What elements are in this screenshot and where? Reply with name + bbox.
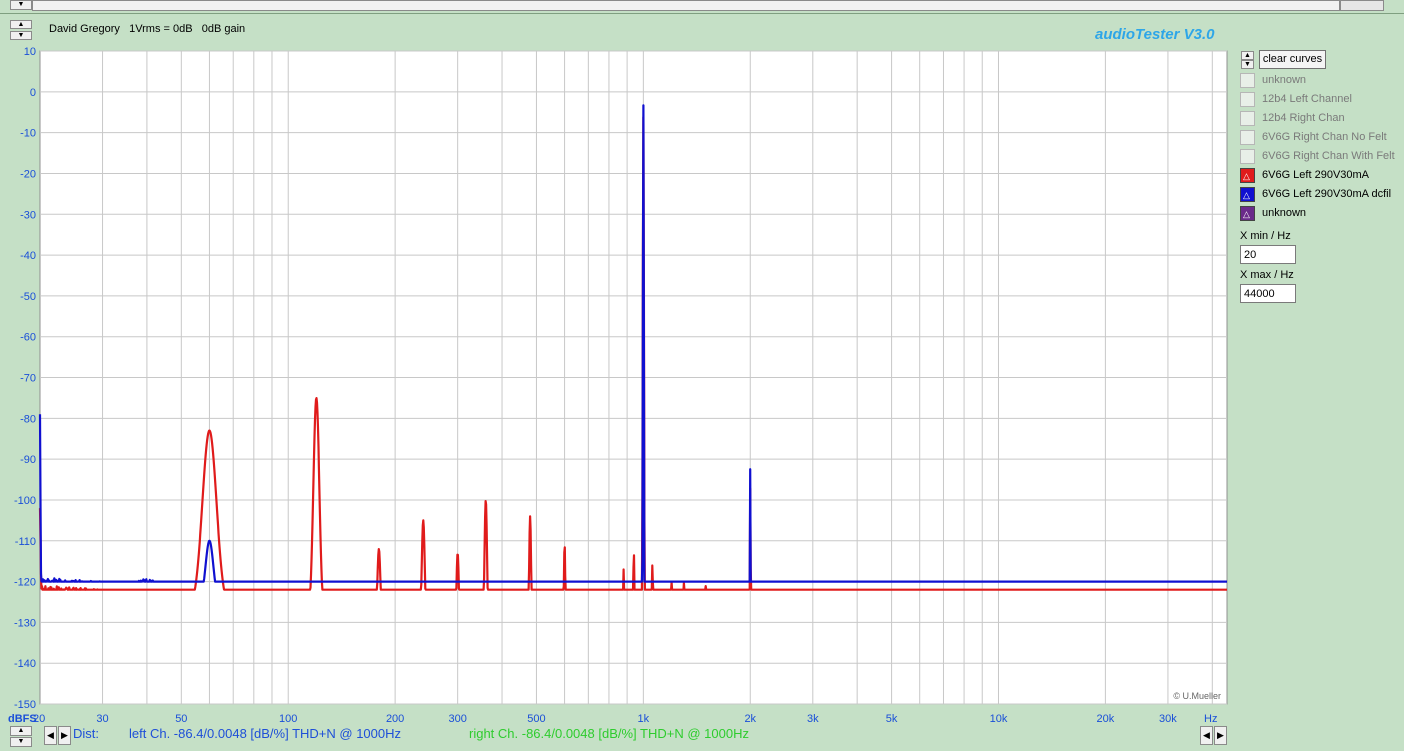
x-tick-label: 30k: [1159, 713, 1177, 725]
xmax-input[interactable]: [1240, 284, 1296, 303]
x-tick-label: 2k: [744, 713, 756, 725]
clear-curves-button[interactable]: clear curves: [1259, 50, 1326, 69]
legend-label: unknown: [1262, 74, 1307, 86]
chart-grid: [39, 50, 1228, 705]
x-tick-label: 5k: [886, 713, 898, 725]
x-tick-label: 200: [386, 713, 404, 725]
y-tick-label: 10: [24, 46, 36, 58]
x-axis-labels: 20 30 50 100 200 300 500 1k 2k 3k 5k 10k 20k 30k: [33, 713, 1177, 725]
y-tick-label: -60: [20, 332, 36, 344]
triangle-icon: △: [1243, 171, 1250, 181]
y-axis-label: dBFS: [8, 713, 37, 725]
x-tick-label: 100: [279, 713, 297, 725]
legend-checkbox[interactable]: [1240, 92, 1255, 107]
y-axis-labels: 10 0 -10 -20 -30 -40 -50 -60 -70 -80 -90 -100 -110 -1…: [14, 46, 36, 711]
legend-checkbox[interactable]: [1240, 149, 1255, 164]
status-right-channel: right Ch. -86.4/0.0048 [dB/%] THD+N @ 10…: [469, 726, 749, 741]
y-tick-label: -130: [14, 617, 36, 629]
x-axis-unit: Hz: [1204, 713, 1217, 725]
y-tick-label: -40: [20, 250, 36, 262]
x-tick-label: 500: [527, 713, 545, 725]
y-tick-label: -80: [20, 413, 36, 425]
y-tick-label: -150: [14, 699, 36, 711]
legend-label: 6V6G Right Chan With Felt: [1262, 150, 1395, 162]
y-tick-label: -20: [20, 168, 36, 180]
legend-label: 6V6G Right Chan No Felt: [1262, 131, 1387, 143]
x-tick-label: 50: [175, 713, 187, 725]
legend-checkbox[interactable]: [1240, 130, 1255, 145]
spectrum-chart: 100-10-20-30-40-50-60-70-80-90-100-110-1…: [8, 46, 1228, 725]
x-tick-label: 30: [96, 713, 108, 725]
y-tick-label: 0: [30, 87, 36, 99]
y-tick-label: -120: [14, 577, 36, 589]
legend-checkbox[interactable]: [1240, 73, 1255, 88]
x-tick-label: 1k: [638, 713, 650, 725]
copyright-label: © U.Mueller: [1173, 691, 1221, 701]
y-tick-label: -90: [20, 454, 36, 466]
y-tick-label: -140: [14, 658, 36, 670]
legend-checkbox[interactable]: △: [1240, 206, 1255, 221]
status-spin-down-button[interactable]: ▼: [10, 737, 32, 747]
legend-label: 12b4 Right Chan: [1262, 112, 1345, 124]
legend-label: 6V6G Left 290V30mA: [1262, 169, 1370, 181]
status-dist-label: Dist:: [73, 726, 99, 741]
legend-label: unknown: [1262, 207, 1307, 219]
legend-label: 12b4 Left Channel: [1262, 93, 1352, 105]
xmin-input[interactable]: [1240, 245, 1296, 264]
y-tick-label: -70: [20, 373, 36, 385]
x-tick-label: 3k: [807, 713, 819, 725]
y-tick-label: -100: [14, 495, 36, 507]
xmax-label: X max / Hz: [1240, 269, 1294, 281]
curves-spin-up-button[interactable]: ▲: [1241, 51, 1254, 60]
legend-checkbox[interactable]: [1240, 111, 1255, 126]
legend-checkbox[interactable]: △: [1240, 168, 1255, 183]
status-scroll-left-button-2[interactable]: ◀: [1200, 726, 1213, 745]
x-tick-label: 20k: [1097, 713, 1115, 725]
status-scroll-left-button[interactable]: ◀: [44, 726, 57, 745]
x-tick-label: 300: [448, 713, 466, 725]
triangle-icon: △: [1243, 190, 1250, 200]
y-tick-label: -50: [20, 291, 36, 303]
legend-label: 6V6G Left 290V30mA dcfil: [1262, 188, 1392, 200]
y-tick-label: -30: [20, 209, 36, 221]
status-scroll-right-button[interactable]: ▶: [58, 726, 71, 745]
y-tick-label: -10: [20, 128, 36, 140]
triangle-icon: △: [1243, 209, 1250, 219]
y-tick-label: -110: [15, 536, 36, 548]
curves-spin-down-button[interactable]: ▼: [1241, 60, 1254, 69]
xmin-label: X min / Hz: [1240, 230, 1291, 242]
x-tick-label: 10k: [990, 713, 1008, 725]
status-spin-up-button[interactable]: ▲: [10, 726, 32, 736]
status-scroll-right-button-2[interactable]: ▶: [1214, 726, 1227, 745]
status-left-channel: left Ch. -86.4/0.0048 [dB/%] THD+N @ 100…: [129, 726, 402, 741]
legend-checkbox[interactable]: △: [1240, 187, 1255, 202]
